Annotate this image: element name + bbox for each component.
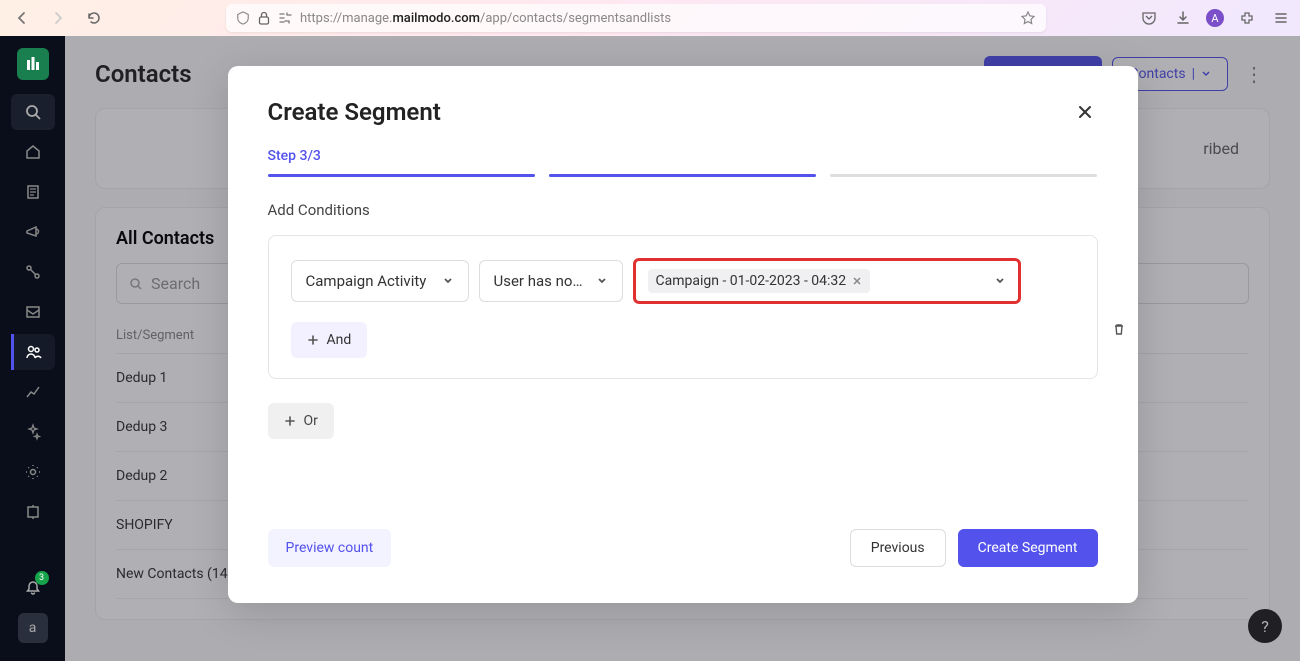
url-text: https://manage.mailmodo.com/app/contacts… — [300, 11, 1012, 26]
chevron-down-icon — [596, 275, 608, 287]
pocket-icon[interactable] — [1138, 7, 1160, 29]
sidebar-contacts[interactable] — [11, 334, 55, 370]
sidebar-analytics[interactable] — [11, 374, 55, 410]
url-bar[interactable]: https://manage.mailmodo.com/app/contacts… — [226, 4, 1046, 32]
create-segment-modal: Create Segment Step 3/3 Add Conditions — [228, 66, 1138, 603]
download-icon[interactable] — [1172, 7, 1194, 29]
menu-icon[interactable] — [1270, 7, 1292, 29]
section-title: Add Conditions — [268, 201, 1098, 219]
notification-badge: 3 — [35, 571, 49, 585]
previous-button[interactable]: Previous — [850, 529, 946, 567]
condition-group: Campaign Activity User has not o… Campai… — [268, 235, 1098, 379]
add-and-condition-button[interactable]: And — [291, 322, 368, 358]
step-label: Step 3/3 — [268, 148, 1098, 164]
back-button[interactable] — [8, 4, 36, 32]
sidebar-user-avatar[interactable]: a — [18, 613, 48, 643]
add-or-group-button[interactable]: Or — [268, 403, 334, 439]
browser-toolbar: https://manage.mailmodo.com/app/contacts… — [0, 0, 1300, 36]
progress-bar — [268, 174, 1098, 177]
lock-icon — [258, 11, 270, 25]
sidebar-notifications[interactable]: 3 — [11, 569, 55, 605]
bookmark-star-icon[interactable] — [1020, 10, 1036, 26]
tag-remove-icon[interactable] — [852, 276, 862, 286]
delete-group-icon[interactable] — [1111, 321, 1127, 337]
modal-title: Create Segment — [268, 98, 441, 126]
extensions-icon[interactable] — [1236, 7, 1258, 29]
modal-overlay: Create Segment Step 3/3 Add Conditions — [65, 36, 1300, 661]
preview-count-button[interactable]: Preview count — [268, 529, 392, 567]
condition-action-select[interactable]: User has not o… — [479, 260, 623, 302]
campaign-tag: Campaign - 01-02-2023 - 04:32 — [648, 269, 871, 293]
permissions-icon — [278, 12, 292, 24]
close-icon[interactable] — [1072, 99, 1098, 125]
forward-button[interactable] — [44, 4, 72, 32]
account-avatar[interactable]: A — [1206, 9, 1224, 27]
sidebar-search[interactable] — [11, 94, 55, 130]
sidebar-journeys[interactable] — [11, 254, 55, 290]
sidebar-settings[interactable] — [11, 454, 55, 490]
sidebar-forms[interactable] — [11, 294, 55, 330]
condition-campaign-select[interactable]: Campaign - 01-02-2023 - 04:32 — [633, 258, 1021, 304]
plus-icon — [284, 415, 296, 427]
shield-icon — [236, 11, 250, 25]
sidebar-campaigns[interactable] — [11, 214, 55, 250]
sidebar-integrations[interactable] — [11, 494, 55, 530]
reload-button[interactable] — [80, 4, 108, 32]
app-sidebar: 3 a — [0, 36, 65, 661]
app-logo[interactable] — [17, 48, 49, 80]
condition-type-select[interactable]: Campaign Activity — [291, 260, 469, 302]
sidebar-ai[interactable] — [11, 414, 55, 450]
create-segment-button[interactable]: Create Segment — [958, 529, 1098, 567]
sidebar-home[interactable] — [11, 134, 55, 170]
chevron-down-icon — [442, 275, 454, 287]
page-content: Contacts Contacts| ⋮ ribed All Contacts … — [65, 36, 1300, 661]
plus-icon — [307, 334, 319, 346]
chevron-down-icon — [994, 275, 1006, 287]
sidebar-templates[interactable] — [11, 174, 55, 210]
